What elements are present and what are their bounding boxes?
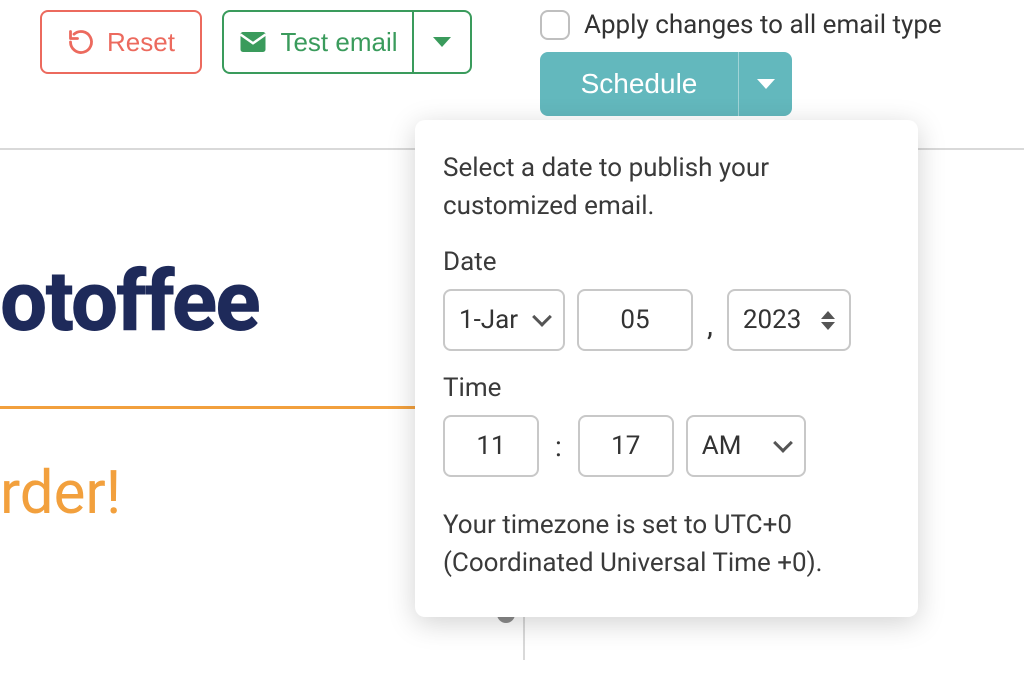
time-ampm-value: AM [702,431,742,461]
reset-icon [67,28,95,56]
schedule-button[interactable]: Schedule [540,52,738,116]
time-minute-value: 17 [611,431,640,461]
date-label: Date [443,247,890,277]
time-colon: : [555,430,562,463]
time-minute-input[interactable]: 17 [578,415,674,477]
schedule-popover: Select a date to publish your customized… [415,120,918,617]
date-row: 1-Jar 05 , 2023 [443,289,890,351]
test-email-dropdown-button[interactable] [412,10,472,74]
test-email-button[interactable]: Test email [222,10,412,74]
time-ampm-select[interactable]: AM [686,415,806,477]
reset-label: Reset [107,27,175,58]
apply-all-checkbox[interactable] [540,10,570,40]
toolbar: Reset Test email Apply changes to all em… [0,0,1024,116]
stepper-down-icon [821,322,835,330]
popover-intro: Select a date to publish your customized… [443,150,890,225]
time-hour-input[interactable]: 11 [443,415,539,477]
time-row: 11 : 17 AM [443,415,890,477]
date-day-value: 05 [620,305,649,335]
apply-all-label: Apply changes to all email type [584,10,942,40]
envelope-icon [238,27,268,57]
chevron-down-icon [773,433,793,453]
date-day-input[interactable]: 05 [577,289,693,351]
schedule-label: Schedule [581,68,698,100]
caret-down-icon [757,79,775,89]
date-comma: , [707,308,713,351]
apply-all-row[interactable]: Apply changes to all email type [540,10,942,40]
year-stepper[interactable] [821,311,835,330]
chevron-down-icon [532,307,552,327]
time-hour-value: 11 [476,431,505,461]
date-month-select[interactable]: 1-Jar [443,289,565,351]
timezone-note: Your timezone is set to UTC+0 (Coordinat… [443,507,890,582]
stepper-up-icon [821,311,835,319]
schedule-dropdown-button[interactable] [738,52,792,116]
schedule-group: Schedule [540,52,942,116]
test-email-label: Test email [280,27,397,58]
date-month-value: 1-Jar [459,305,518,335]
schedule-block: Apply changes to all email type Schedule [540,10,942,116]
time-label: Time [443,373,890,403]
caret-down-icon [433,37,451,47]
test-email-group: Test email [222,10,472,74]
date-year-input[interactable]: 2023 [727,289,851,351]
date-year-value: 2023 [743,305,801,335]
reset-button[interactable]: Reset [40,10,202,74]
